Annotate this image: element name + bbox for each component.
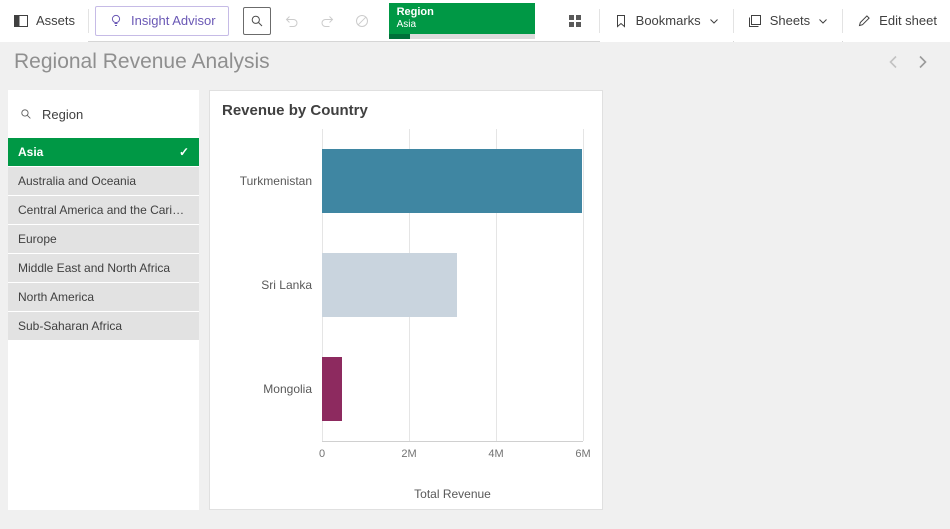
smart-search-button[interactable] [243, 7, 271, 35]
redo-icon [319, 13, 335, 29]
sheets-icon [747, 13, 763, 29]
search-icon[interactable] [19, 107, 33, 121]
x-axis-title: Total Revenue [322, 487, 583, 501]
category-label: Turkmenistan [240, 174, 312, 188]
category-label: Sri Lanka [261, 278, 312, 292]
listbox-header: Region [8, 90, 199, 138]
region-filter-pane: Region Asia ✓ Australia and Oceania Central… [8, 90, 199, 510]
bar-row: Mongolia [322, 337, 583, 441]
category-label: Mongolia [263, 382, 312, 396]
selection-value: Asia [397, 19, 527, 31]
sheet-header: Regional Revenue Analysis [0, 42, 950, 82]
listbox-item[interactable]: Sub-Saharan Africa [8, 312, 199, 340]
next-sheet-button[interactable] [908, 48, 936, 76]
insight-advisor-label: Insight Advisor [131, 13, 216, 28]
assets-label: Assets [36, 13, 75, 28]
insight-advisor-button[interactable]: Insight Advisor [95, 6, 229, 36]
assets-button[interactable]: Assets [0, 0, 88, 42]
listbox-item[interactable]: Asia ✓ [8, 138, 199, 166]
x-tick-label: 2M [401, 448, 416, 460]
x-tick-label: 4M [488, 448, 503, 460]
chevron-down-icon [708, 15, 720, 27]
bar[interactable] [322, 357, 342, 421]
grid-icon [567, 13, 583, 29]
toolbar: Assets Insight Advisor Region Asia [0, 0, 950, 42]
listbox-item[interactable]: Central America and the Caribbean [8, 196, 199, 224]
x-axis-ticks: 02M4M6M [322, 448, 583, 464]
bookmarks-label: Bookmarks [636, 13, 701, 28]
bar[interactable] [322, 149, 582, 213]
toolbar-divider [88, 9, 89, 33]
chart-title: Revenue by Country [210, 91, 602, 119]
bar[interactable] [322, 253, 457, 317]
bookmark-icon [613, 13, 629, 29]
previous-sheet-button[interactable] [880, 48, 908, 76]
listbox-item[interactable]: Australia and Oceania [8, 167, 199, 195]
selection-main: Region Asia [389, 3, 535, 34]
sheet-grid-button[interactable] [561, 7, 589, 35]
gridline [583, 129, 584, 441]
check-icon: ✓ [179, 145, 189, 159]
listbox-item-label: Asia [18, 145, 173, 159]
listbox-title: Region [42, 107, 83, 122]
revenue-chart-card: Revenue by Country TurkmenistanSri Lanka… [209, 90, 603, 510]
listbox-item[interactable]: Middle East and North Africa [8, 254, 199, 282]
selection-progress-fill [389, 34, 411, 39]
sheets-label: Sheets [770, 13, 810, 28]
step-back-button[interactable] [278, 7, 306, 35]
selection-field-name: Region [397, 5, 527, 19]
insight-advisor-icon [108, 13, 124, 29]
x-tick-label: 6M [575, 448, 590, 460]
edit-sheet-label: Edit sheet [879, 13, 937, 28]
current-selection-item[interactable]: Region Asia [389, 3, 535, 39]
undo-icon [284, 13, 300, 29]
plot-area: TurkmenistanSri LankaMongolia [322, 129, 583, 442]
selection-progress-bar [389, 34, 535, 39]
listbox-item-label: Middle East and North Africa [18, 261, 189, 275]
chevron-down-icon [817, 15, 829, 27]
x-tick-label: 0 [319, 448, 325, 460]
listbox-item-label: Sub-Saharan Africa [18, 319, 189, 333]
clear-selections-button[interactable] [348, 7, 376, 35]
pencil-icon [856, 13, 872, 29]
step-forward-button[interactable] [313, 7, 341, 35]
listbox-item-label: Australia and Oceania [18, 174, 189, 188]
clear-selections-icon [354, 13, 370, 29]
listbox-item[interactable]: Europe [8, 225, 199, 253]
listbox-item[interactable]: North America [8, 283, 199, 311]
bar-row: Sri Lanka [322, 233, 583, 337]
sheet-title: Regional Revenue Analysis [14, 50, 880, 74]
bar-row: Turkmenistan [322, 129, 583, 233]
listbox-item-label: North America [18, 290, 189, 304]
edit-sheet-button[interactable]: Edit sheet [843, 0, 950, 42]
sheets-button[interactable]: Sheets [734, 0, 842, 42]
listbox-items: Asia ✓ Australia and Oceania Central Americ… [8, 138, 199, 340]
listbox-item-label: Central America and the Caribbean [18, 203, 189, 217]
assets-panel-icon [13, 13, 29, 29]
toolbar-right-group: Bookmarks Sheets Edit sheet [554, 0, 950, 41]
bookmarks-button[interactable]: Bookmarks [600, 0, 733, 42]
listbox-item-label: Europe [18, 232, 189, 246]
sheet-content: Region Asia ✓ Australia and Oceania Central… [0, 82, 950, 529]
search-icon [249, 13, 265, 29]
